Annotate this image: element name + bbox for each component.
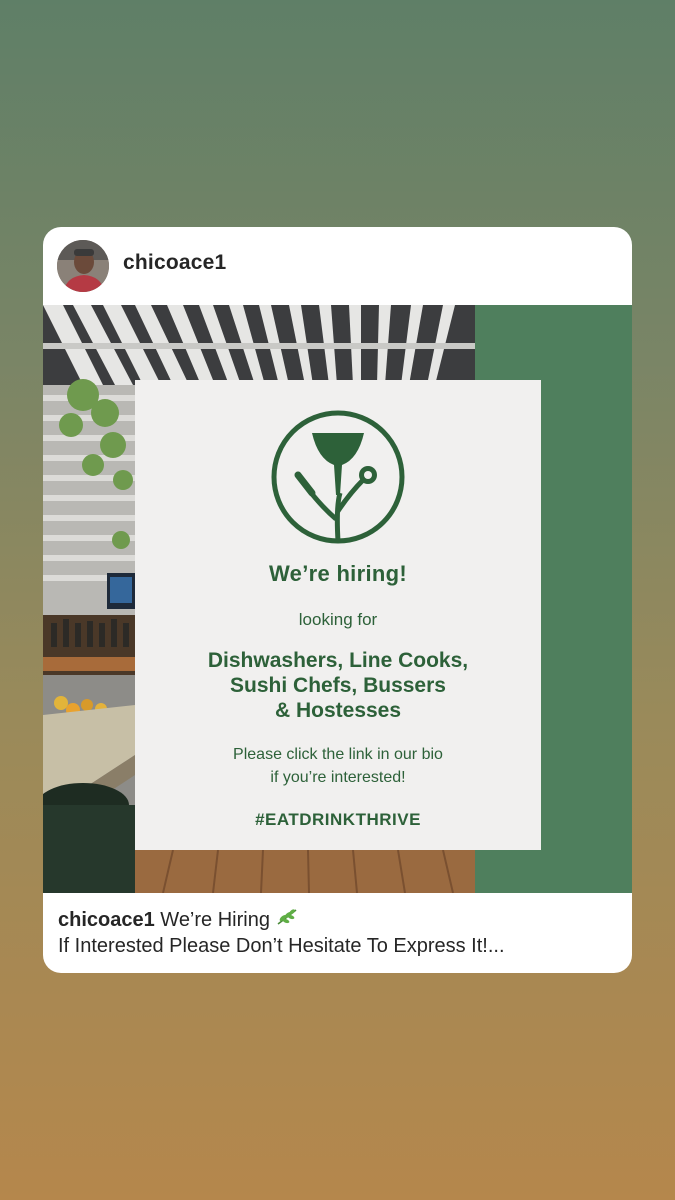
post-media[interactable]: We’re hiring! looking for Dishwashers, L… <box>43 305 632 893</box>
note-line-1: Please click the link in our bio <box>233 746 443 763</box>
flyer-hashtag: #EATDRINKTHRIVE <box>255 810 421 829</box>
flyer-note: Please click the link in our bio if you’… <box>135 743 541 789</box>
post-caption[interactable]: chicoace1 We’re Hiring If Interested Ple… <box>58 907 623 959</box>
caption-line-1: chicoace1 We’re Hiring <box>58 907 623 933</box>
caption-line-2: If Interested Please Don’t Hesitate To E… <box>58 935 505 957</box>
note-line-2: if you’re interested! <box>270 769 406 786</box>
hiring-flyer: We’re hiring! looking for Dishwashers, L… <box>135 380 541 850</box>
caption-username[interactable]: chicoace1 <box>58 909 155 931</box>
roles-line-3: & Hostesses <box>274 699 402 722</box>
avatar-photo <box>57 240 109 292</box>
post-username[interactable]: chicoace1 <box>123 251 226 275</box>
caption-title: We’re Hiring <box>160 909 270 931</box>
flyer-headline: We’re hiring! <box>269 561 407 586</box>
restaurant-logo-icon <box>268 407 408 547</box>
flyer-subheadline: looking for <box>298 610 378 629</box>
post-header: chicoace1 <box>43 227 632 305</box>
shared-post-card[interactable]: chicoace1 We’re hiring! looking for Dish… <box>43 227 632 973</box>
roles-line-1: Dishwashers, Line Cooks, <box>207 649 469 672</box>
herb-icon <box>276 907 298 933</box>
avatar[interactable] <box>57 240 109 292</box>
roles-line-2: Sushi Chefs, Bussers <box>230 674 446 697</box>
flyer-roles: Dishwashers, Line Cooks, Sushi Chefs, Bu… <box>135 648 541 723</box>
